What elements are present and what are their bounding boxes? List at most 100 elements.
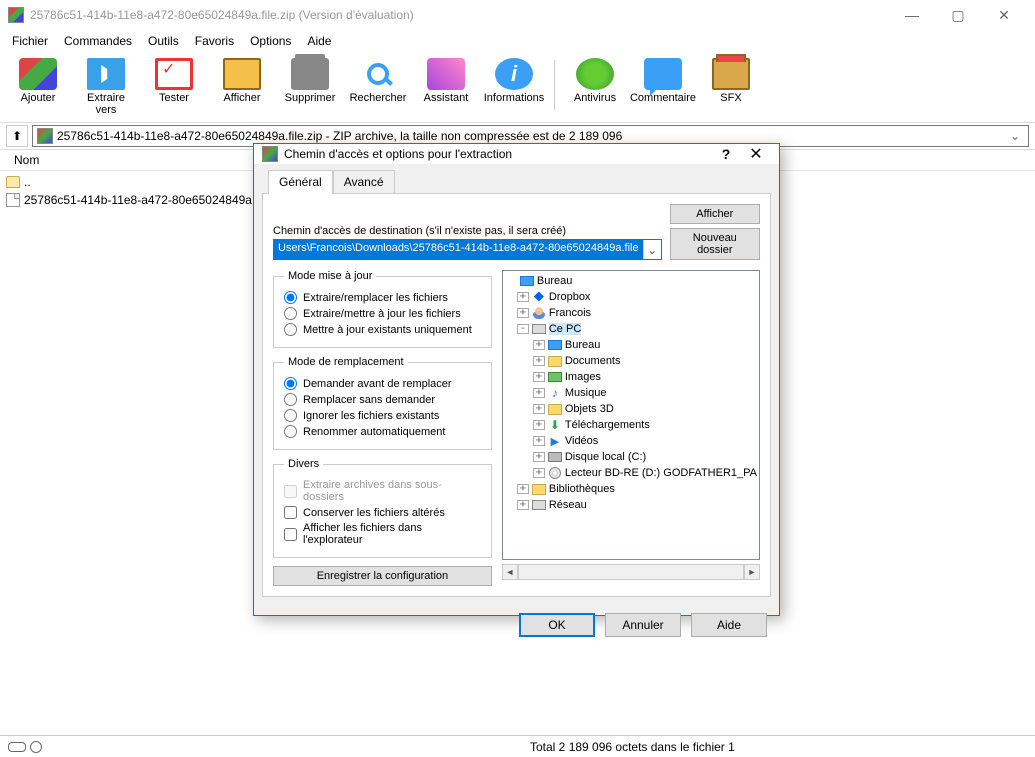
tool-antivirus[interactable]: Antivirus <box>565 56 625 106</box>
overwrite-mode-group: Mode de remplacement Demander avant de r… <box>273 356 492 450</box>
search-icon <box>367 63 389 85</box>
scroll-right-button[interactable]: ► <box>744 564 760 580</box>
tree-network[interactable]: +Réseau <box>505 497 757 513</box>
tree-disk-c[interactable]: +Disque local (C:) <box>505 449 757 465</box>
sfx-icon <box>712 58 750 90</box>
tree-documents[interactable]: +Documents <box>505 353 757 369</box>
tree-disk-d[interactable]: +Lecteur BD-RE (D:) GODFATHER1_PA <box>505 465 757 481</box>
tree-desktop[interactable]: Bureau <box>505 273 757 289</box>
tree-dropbox[interactable]: +⯁Dropbox <box>505 289 757 305</box>
help-button[interactable]: Aide <box>691 613 767 637</box>
radio-skip-existing[interactable]: Ignorer les fichiers existants <box>284 409 481 422</box>
tab-general[interactable]: Général <box>268 170 333 194</box>
dropbox-icon: ⯁ <box>531 290 547 304</box>
minimize-button[interactable]: — <box>889 0 935 30</box>
tool-view[interactable]: Afficher <box>212 56 272 106</box>
save-config-button[interactable]: Enregistrer la configuration <box>273 566 492 586</box>
path-dropdown-icon[interactable]: ⌄ <box>1006 129 1024 143</box>
tree-3dobjects[interactable]: +Objets 3D <box>505 401 757 417</box>
disk-icon <box>548 452 562 462</box>
folder-tree[interactable]: Bureau +⯁Dropbox +Francois -Ce PC +Burea… <box>502 270 760 560</box>
menu-file[interactable]: Fichier <box>4 32 56 50</box>
radio-ask-before[interactable]: Demander avant de remplacer <box>284 377 481 390</box>
cancel-button[interactable]: Annuler <box>605 613 681 637</box>
extract-icon <box>87 58 125 90</box>
maximize-button[interactable]: ▢ <box>935 0 981 30</box>
menu-favorites[interactable]: Favoris <box>187 32 242 50</box>
tool-info[interactable]: iInformations <box>484 56 544 106</box>
tool-test[interactable]: Tester <box>144 56 204 106</box>
up-button[interactable]: ⬆ <box>6 125 28 147</box>
libraries-icon <box>532 484 546 495</box>
tree-videos[interactable]: +▶Vidéos <box>505 433 757 449</box>
status-text: Total 2 189 096 octets dans le fichier 1 <box>530 740 735 754</box>
tree-hscrollbar[interactable]: ◄ ► <box>502 564 760 580</box>
dialog-tabs: Général Avancé <box>254 164 779 193</box>
dialog-title: Chemin d'accès et options pour l'extract… <box>284 147 711 161</box>
tree-music[interactable]: +♪Musique <box>505 385 757 401</box>
dialog-button-row: OK Annuler Aide <box>254 605 779 645</box>
dest-path-label: Chemin d'accès de destination (s'il n'ex… <box>273 225 662 237</box>
folder-icon <box>548 404 562 415</box>
menu-tools[interactable]: Outils <box>140 32 187 50</box>
tree-libraries[interactable]: +Bibliothèques <box>505 481 757 497</box>
delete-icon <box>291 58 329 90</box>
images-icon <box>548 372 562 382</box>
ok-button[interactable]: OK <box>519 613 595 637</box>
music-icon: ♪ <box>547 386 563 400</box>
dialog-close-button[interactable]: ✕ <box>741 144 771 164</box>
radio-replace-noask[interactable]: Remplacer sans demander <box>284 393 481 406</box>
tree-thispc[interactable]: -Ce PC <box>505 321 757 337</box>
videos-icon: ▶ <box>547 434 563 448</box>
close-button[interactable]: ✕ <box>981 0 1027 30</box>
dialog-help-button[interactable]: ? <box>711 146 741 162</box>
tree-images[interactable]: +Images <box>505 369 757 385</box>
antivirus-icon <box>576 58 614 90</box>
radio-extract-replace[interactable]: Extraire/remplacer les fichiers <box>284 291 481 304</box>
tab-panel-general: Chemin d'accès de destination (s'il n'ex… <box>262 193 771 597</box>
radio-rename-auto[interactable]: Renommer automatiquement <box>284 425 481 438</box>
desktop-icon <box>520 276 534 286</box>
folder-up-icon <box>6 176 20 188</box>
extract-dialog: Chemin d'accès et options pour l'extract… <box>253 143 780 616</box>
tool-comment[interactable]: Commentaire <box>633 56 693 106</box>
folder-icon <box>548 356 562 367</box>
tool-wizard[interactable]: Assistant <box>416 56 476 106</box>
check-show-explorer[interactable]: Afficher les fichiers dans l'explorateur <box>284 522 481 546</box>
tool-sfx[interactable]: SFX <box>701 56 761 106</box>
tree-downloads[interactable]: +⬇Téléchargements <box>505 417 757 433</box>
app-icon <box>8 7 24 23</box>
tree-pc-desktop[interactable]: +Bureau <box>505 337 757 353</box>
tool-find[interactable]: Rechercher <box>348 56 408 106</box>
tool-delete[interactable]: Supprimer <box>280 56 340 106</box>
menubar: Fichier Commandes Outils Favoris Options… <box>0 30 1035 52</box>
tab-advanced[interactable]: Avancé <box>333 170 395 193</box>
dest-path-combo[interactable]: Users\Francois\Downloads\25786c51-414b-1… <box>273 239 662 260</box>
tree-user[interactable]: +Francois <box>505 305 757 321</box>
info-icon: i <box>495 58 533 90</box>
menu-options[interactable]: Options <box>242 32 299 50</box>
chevron-down-icon[interactable]: ⌄ <box>643 240 661 259</box>
radio-extract-update[interactable]: Extraire/mettre à jour les fichiers <box>284 307 481 320</box>
toolbar: Ajouter Extraire vers Tester Afficher Su… <box>0 52 1035 123</box>
file-icon <box>6 193 20 207</box>
comment-icon <box>644 58 682 90</box>
status-icon-1 <box>8 742 26 752</box>
menu-help[interactable]: Aide <box>299 32 339 50</box>
desktop-icon <box>548 340 562 350</box>
scroll-track[interactable] <box>518 564 744 580</box>
scroll-left-button[interactable]: ◄ <box>502 564 518 580</box>
tool-extract[interactable]: Extraire vers <box>76 56 136 118</box>
view-icon <box>223 58 261 90</box>
check-extract-subfolders: Extraire archives dans sous-dossiers <box>284 479 481 503</box>
tool-add[interactable]: Ajouter <box>8 56 68 106</box>
new-folder-button[interactable]: Nouveau dossier <box>670 228 760 260</box>
check-keep-broken[interactable]: Conserver les fichiers altérés <box>284 506 481 519</box>
dest-path-input[interactable]: Users\Francois\Downloads\25786c51-414b-1… <box>274 240 643 259</box>
network-icon <box>532 500 546 510</box>
col-name[interactable]: Nom <box>8 151 45 169</box>
display-button[interactable]: Afficher <box>670 204 760 224</box>
dialog-title-bar: Chemin d'accès et options pour l'extract… <box>254 144 779 164</box>
menu-commands[interactable]: Commandes <box>56 32 140 50</box>
radio-update-existing[interactable]: Mettre à jour existants uniquement <box>284 323 481 336</box>
